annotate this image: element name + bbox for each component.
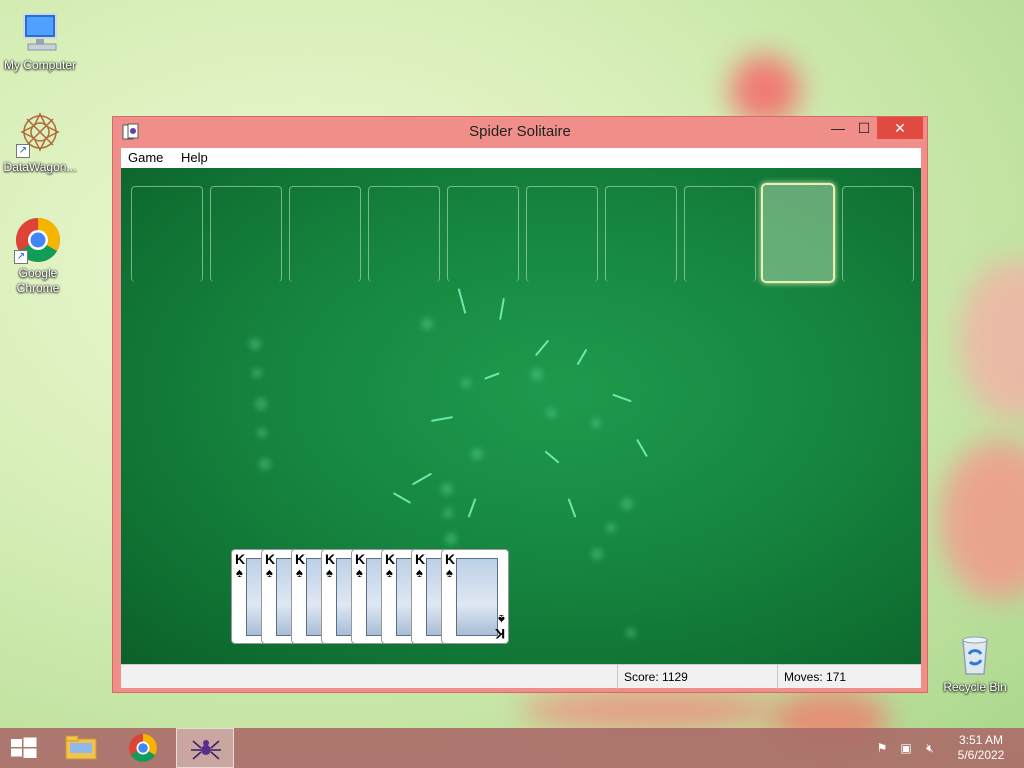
shortcut-arrow-icon: ↗ xyxy=(16,144,30,158)
card-rank: K xyxy=(325,551,336,567)
desktop-icon-google-chrome[interactable]: ↗ Google Chrome xyxy=(0,216,78,296)
recycle-bin-icon xyxy=(951,630,999,678)
card-rank: K xyxy=(355,551,366,567)
menu-bar: Game Help xyxy=(121,148,921,168)
taskbar-spider-solitaire[interactable] xyxy=(176,728,234,768)
wallpaper-flower xyxy=(960,260,1024,420)
action-center-flag-icon[interactable]: ⚑ xyxy=(874,741,890,755)
card-rank: K xyxy=(494,626,505,642)
windows-logo-icon xyxy=(11,737,37,758)
moves-value: 171 xyxy=(826,670,847,684)
desktop-icon-label: My Computer xyxy=(3,58,77,72)
moves-display: Moves: 171 xyxy=(777,665,921,689)
card-artwork xyxy=(456,558,498,636)
spider-solitaire-window[interactable]: Spider Solitaire — ☐ ✕ Game Help K ♠ K ♠… xyxy=(112,116,928,693)
close-button[interactable]: ✕ xyxy=(877,117,923,139)
chrome-icon: ↗ xyxy=(14,216,62,264)
desktop-icon-label: Google Chrome xyxy=(16,266,60,295)
desktop-icon-datawagon[interactable]: ↗ DataWagon... xyxy=(0,110,80,175)
wallpaper-flower xyxy=(730,55,800,125)
card-suit: ♠ xyxy=(296,565,303,580)
card-rank: K xyxy=(385,551,396,567)
desktop-icon-label: Recycle Bin xyxy=(943,680,1007,694)
clock-date: 5/6/2022 xyxy=(957,748,1005,762)
maximize-button[interactable]: ☐ xyxy=(851,117,877,139)
menu-help[interactable]: Help xyxy=(174,148,215,168)
score-label: Score: xyxy=(624,670,659,684)
card-suit: ♠ xyxy=(266,565,273,580)
desktop-icon-label: DataWagon... xyxy=(3,160,77,174)
card-slot[interactable] xyxy=(842,186,914,282)
card-rank: K xyxy=(265,551,276,567)
score-display: Score: 1129 xyxy=(617,665,777,689)
clock-time: 3:51 AM xyxy=(958,733,1004,747)
shortcut-arrow-icon: ↗ xyxy=(14,250,28,264)
clock[interactable]: 3:51 AM 5/6/2022 xyxy=(948,733,1014,763)
playing-card[interactable]: K ♠ ♠ K xyxy=(441,549,509,644)
card-suit: ♠ xyxy=(386,565,393,580)
card-slot[interactable] xyxy=(684,186,756,282)
moves-label: Moves: xyxy=(784,670,823,684)
card-suit: ♠ xyxy=(446,565,453,580)
card-rank: K xyxy=(235,551,246,567)
menu-game[interactable]: Game xyxy=(121,148,170,168)
taskbar-file-explorer[interactable] xyxy=(52,728,110,768)
card-slot[interactable] xyxy=(447,186,519,282)
card-suit: ♠ xyxy=(498,612,505,627)
card-rank: K xyxy=(415,551,426,567)
card-suit: ♠ xyxy=(236,565,243,580)
wallpaper-flower xyxy=(520,690,780,730)
spider-icon xyxy=(191,740,221,760)
minimize-button[interactable]: — xyxy=(825,117,851,139)
taskbar-google-chrome[interactable] xyxy=(114,728,172,768)
status-bar: Score: 1129 Moves: 171 xyxy=(121,664,921,689)
volume-muted-icon[interactable]: 🔇︎ xyxy=(922,741,938,755)
chrome-icon xyxy=(129,734,157,762)
wallpaper-flower xyxy=(940,440,1024,600)
network-icon[interactable]: ▣ xyxy=(898,741,914,755)
card-rank: K xyxy=(295,551,306,567)
datawagon-icon: ↗ xyxy=(16,110,64,158)
desktop-icon-recycle-bin[interactable]: Recycle Bin xyxy=(935,630,1015,695)
folder-icon xyxy=(65,735,97,760)
card-slot[interactable] xyxy=(131,186,203,282)
score-value: 1129 xyxy=(662,670,688,684)
card-rank: K xyxy=(445,551,456,567)
taskbar: ⚑ ▣ 🔇︎ 3:51 AM 5/6/2022 xyxy=(0,728,1024,768)
card-slot[interactable] xyxy=(605,186,677,282)
card-slot[interactable] xyxy=(368,186,440,282)
card-slot[interactable] xyxy=(289,186,361,282)
game-board[interactable]: K ♠ K ♠ K ♠ K ♠ K ♠ K ♠ K ♠ K ♠ ♠ K xyxy=(121,168,921,664)
card-suit: ♠ xyxy=(416,565,423,580)
computer-icon xyxy=(16,8,64,56)
desktop-icon-my-computer[interactable]: My Computer xyxy=(0,8,80,73)
start-button[interactable] xyxy=(0,728,48,768)
card-slot[interactable] xyxy=(210,186,282,282)
window-title: Spider Solitaire xyxy=(469,123,571,140)
card-suit: ♠ xyxy=(356,565,363,580)
card-slot[interactable] xyxy=(526,186,598,282)
card-suit: ♠ xyxy=(326,565,333,580)
card-slot-highlighted[interactable] xyxy=(761,183,835,283)
title-bar[interactable]: Spider Solitaire — ☐ ✕ xyxy=(113,117,927,147)
